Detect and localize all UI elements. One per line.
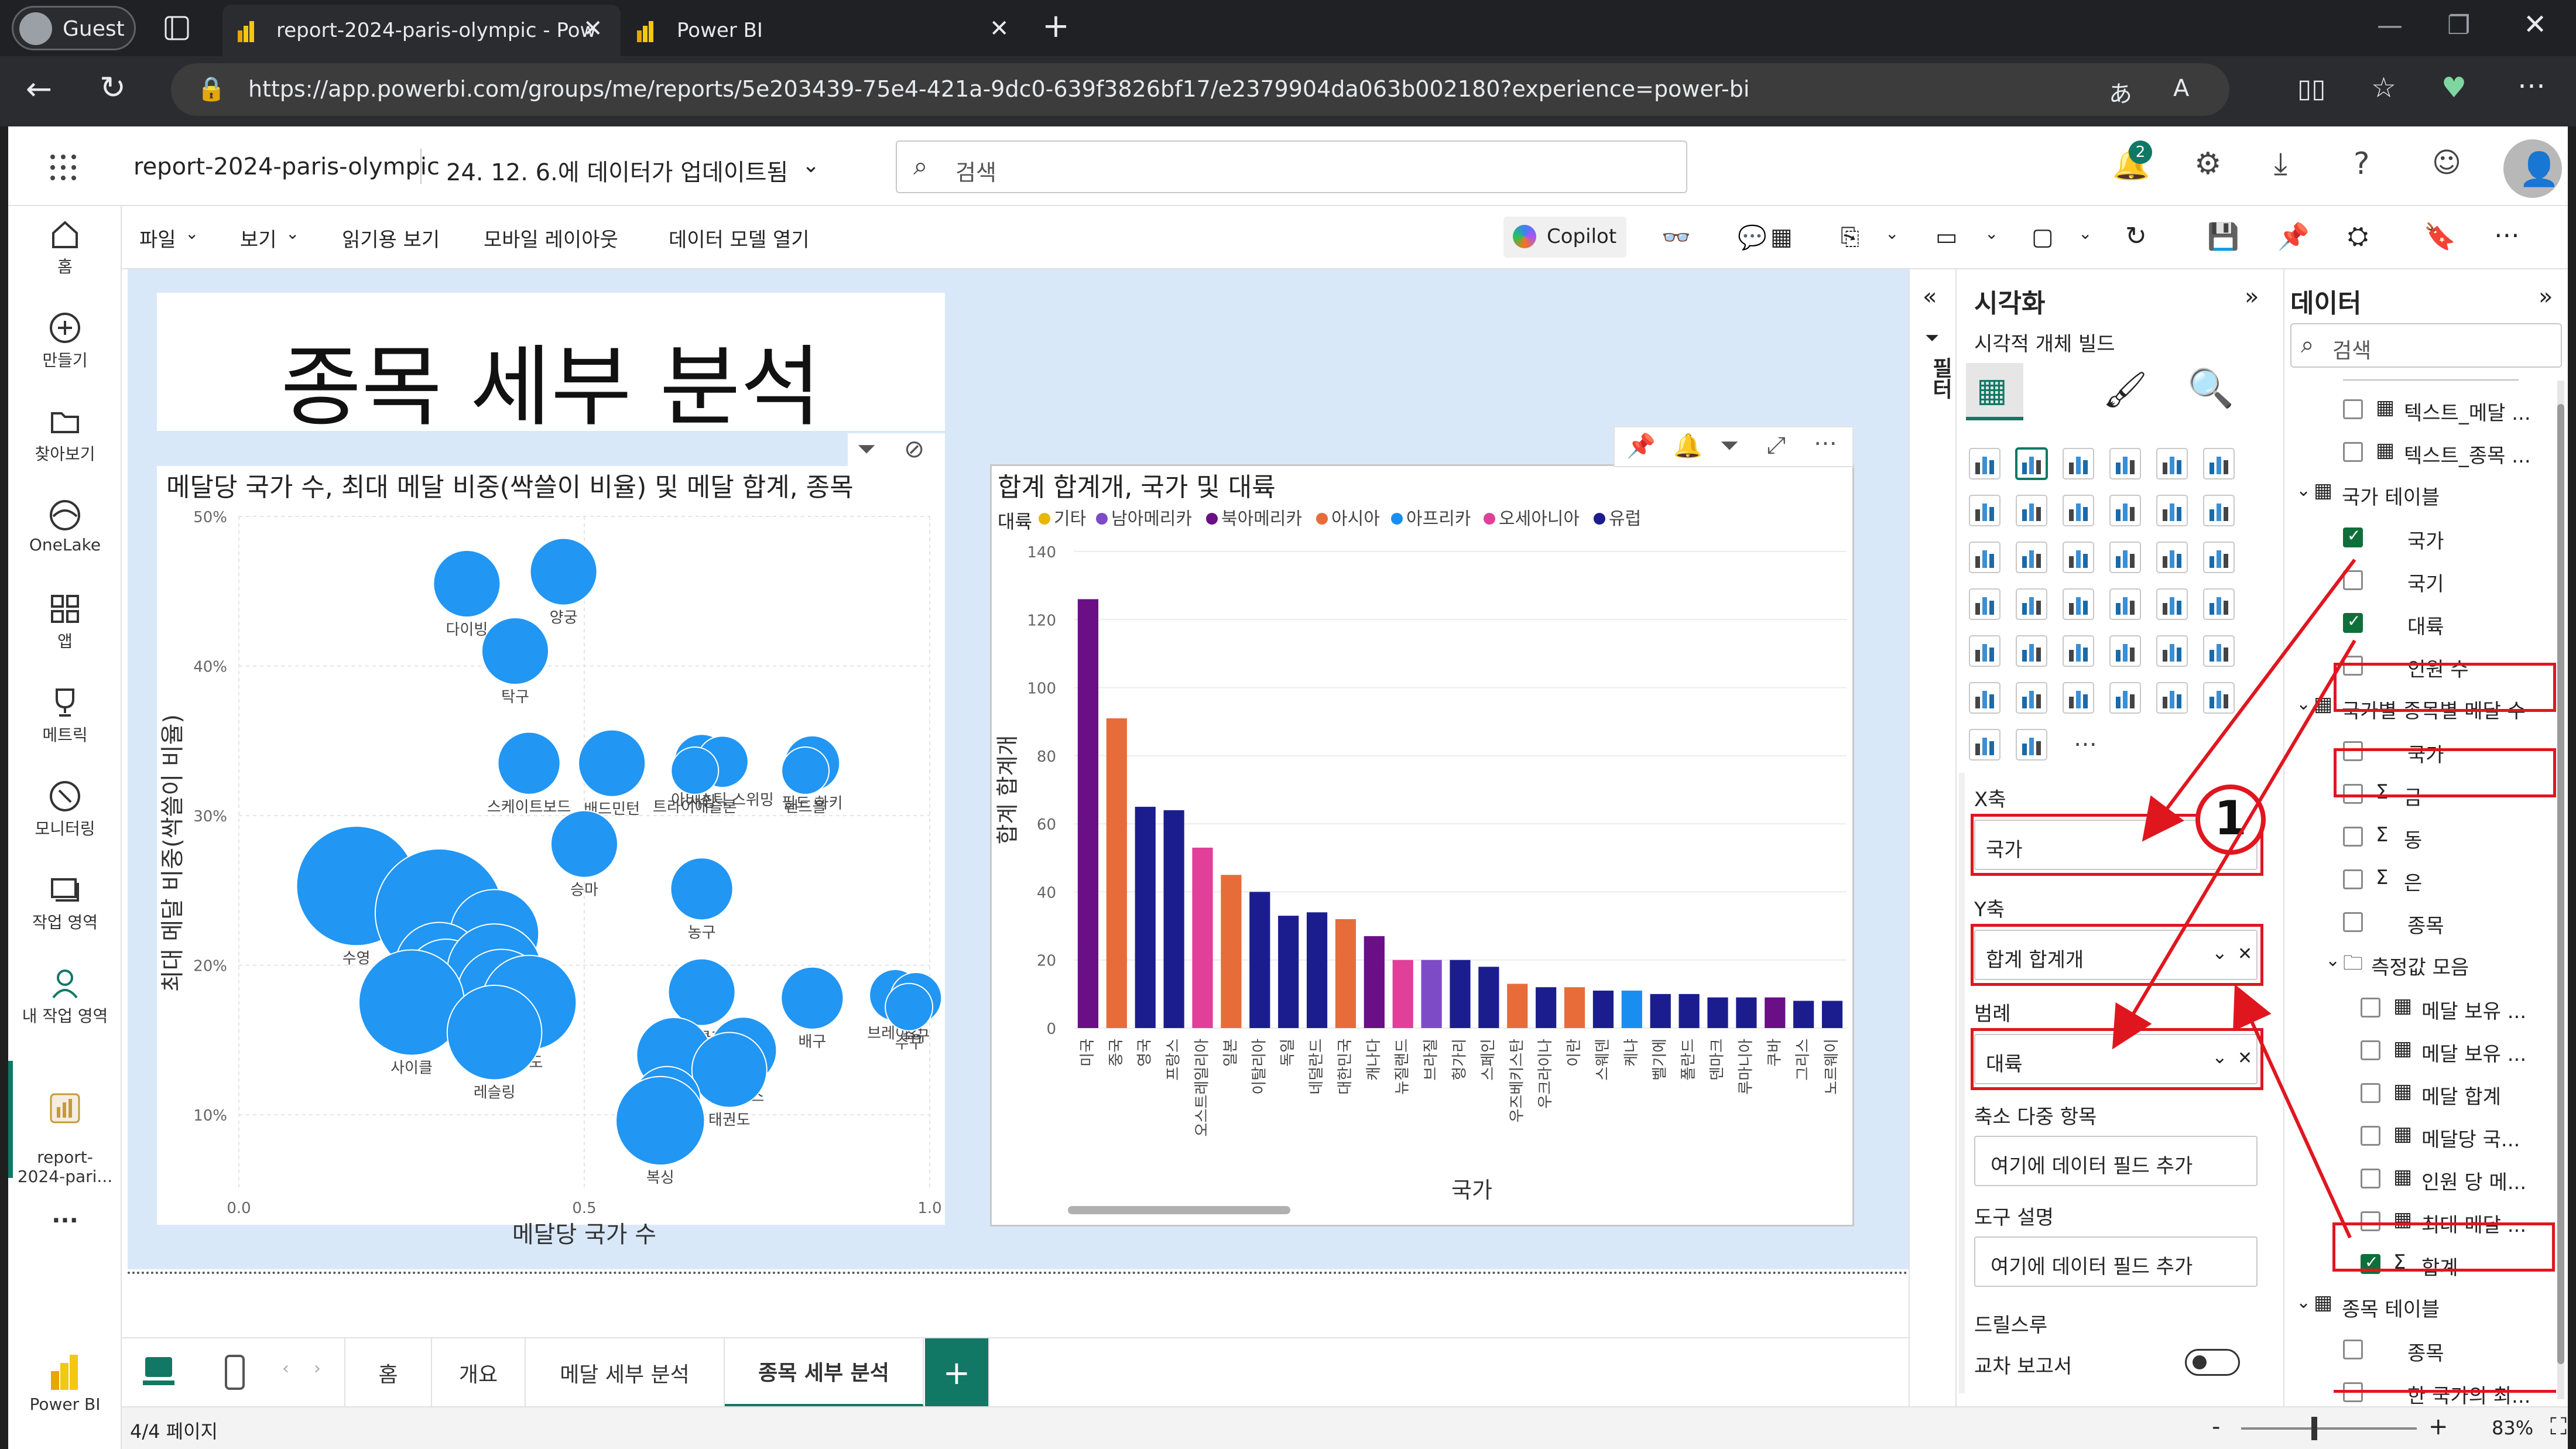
arrow-sum-to-yaxis — [2233, 984, 2352, 1239]
more-options-icon[interactable]: ⋯ — [2517, 69, 2546, 102]
split-view-icon[interactable]: ▯▯ — [2297, 74, 2325, 104]
profile-button[interactable]: Guest — [12, 6, 136, 50]
powerbi-app: report-2024-paris-olympic 24. 12. 6.에 데이… — [8, 126, 2568, 1449]
close-tab-icon[interactable]: ✕ — [989, 15, 1009, 42]
reload-icon[interactable]: ↻ — [100, 69, 126, 106]
translate-icon[interactable]: あ — [2109, 75, 2132, 109]
url-field[interactable]: 🔒 https://app.powerbi.com/groups/me/repo… — [171, 63, 2229, 116]
new-tab-icon[interactable]: + — [1042, 7, 1070, 45]
lock-icon: 🔒 — [197, 76, 226, 102]
minimize-icon[interactable]: — — [2377, 11, 2403, 40]
address-bar: ← ↻ 🔒 https://app.powerbi.com/groups/me/… — [0, 56, 2576, 126]
arrow-country-to-xaxis — [2142, 559, 2356, 842]
close-tab-icon[interactable]: ✕ — [583, 15, 603, 42]
window-close-icon[interactable]: ✕ — [2523, 8, 2547, 41]
powerbi-favicon-icon — [637, 21, 653, 42]
read-aloud-icon[interactable]: A — [2173, 75, 2189, 102]
avatar-icon — [19, 12, 52, 45]
browser-tab-bar: Guest report-2024-paris-olympic - Pow ✕ … — [0, 0, 2576, 56]
powerbi-favicon-icon — [238, 21, 254, 42]
favorites-icon[interactable]: ☆ — [2371, 71, 2396, 104]
tab-powerbi[interactable]: Power BI ✕ — [621, 5, 1025, 56]
tab-report[interactable]: report-2024-paris-olympic - Pow ✕ — [222, 5, 621, 56]
highlight-field-sum — [2332, 1222, 2555, 1272]
back-icon[interactable]: ← — [26, 70, 52, 107]
tab-actions-icon[interactable] — [164, 15, 190, 41]
annotation-arrows — [2112, 559, 2356, 1239]
restore-icon[interactable]: ❐ — [2447, 11, 2470, 40]
browser-essentials-icon[interactable]: ♥ — [2441, 71, 2467, 104]
arrow-continent-to-legend — [2112, 639, 2356, 1050]
